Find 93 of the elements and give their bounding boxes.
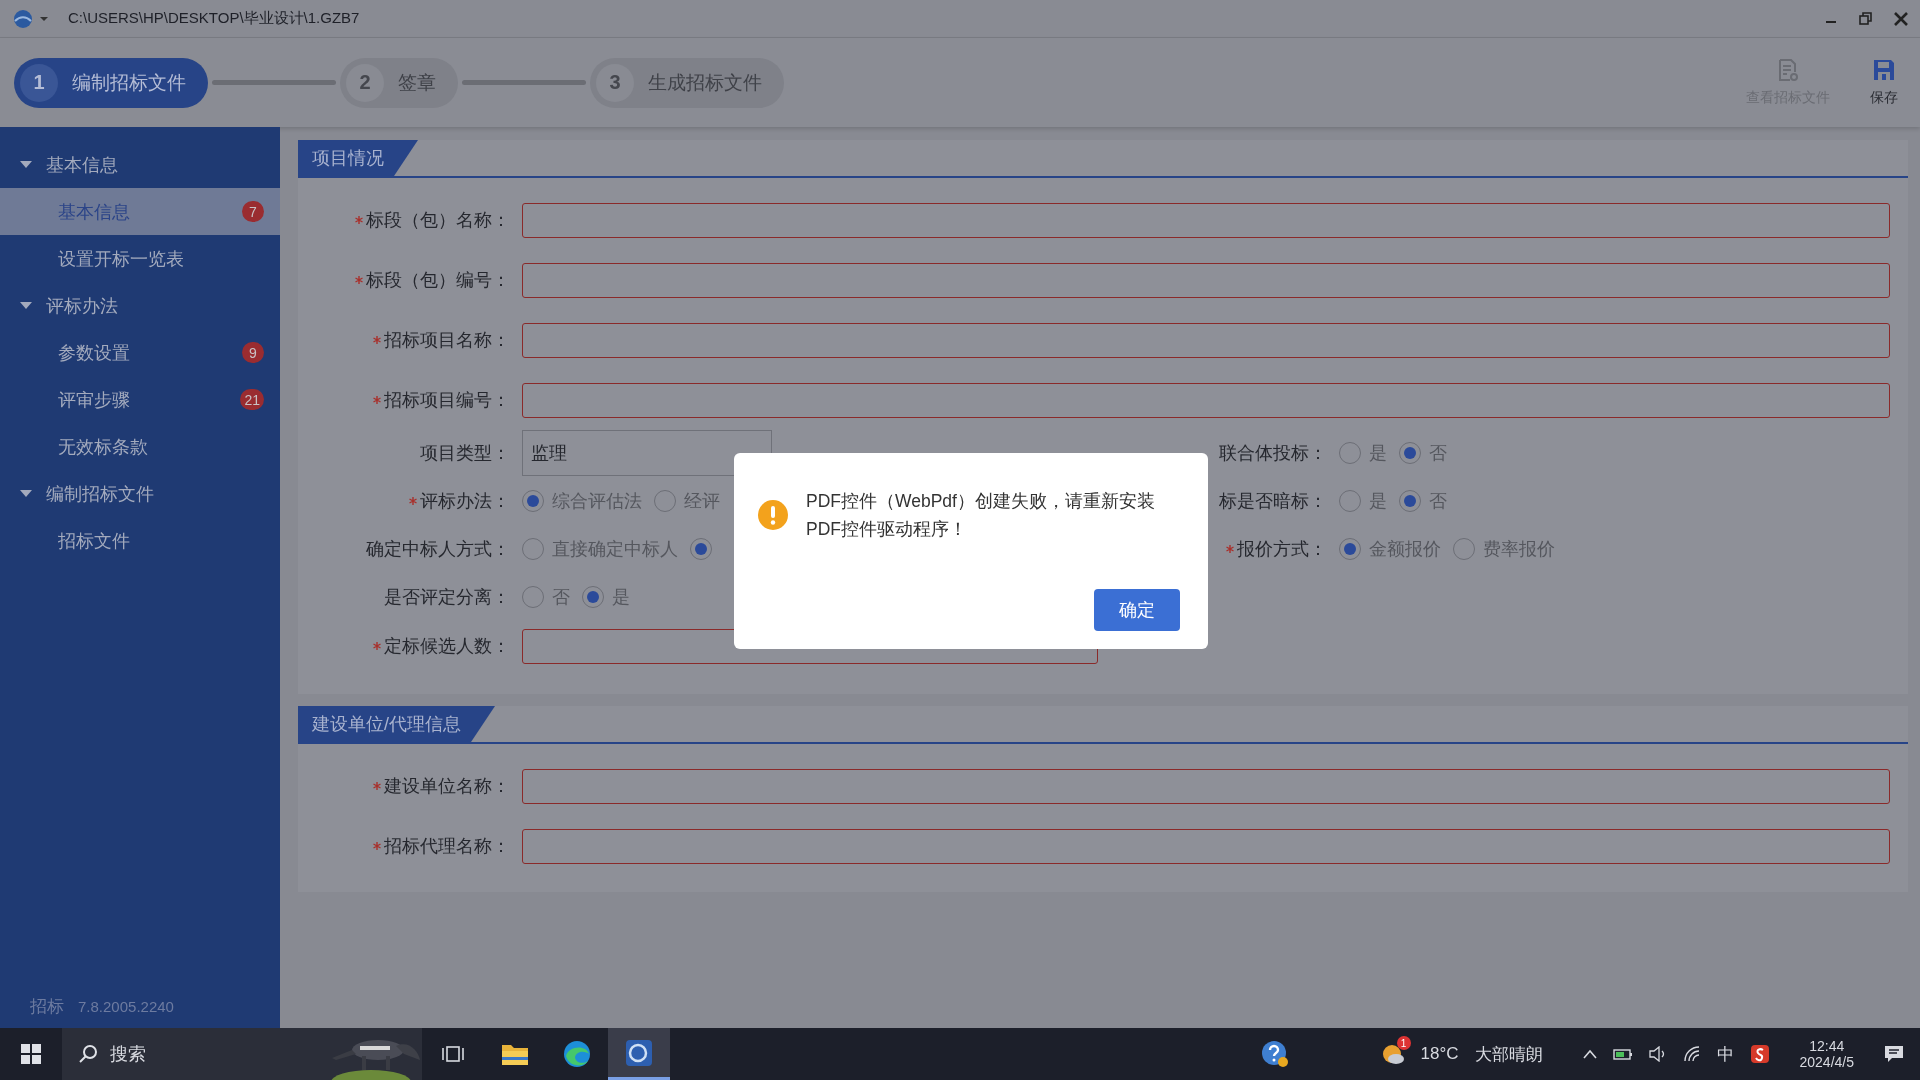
- toolbar-button[interactable]: 保存: [1870, 58, 1898, 107]
- field-label: 确定中标人方式：: [366, 538, 510, 561]
- notification-badge: 1: [1396, 1036, 1411, 1050]
- item-label: 无效标条款: [58, 435, 149, 459]
- clock-time[interactable]: 12:44: [1809, 1038, 1845, 1054]
- restore-icon[interactable]: [1859, 12, 1872, 25]
- option-label: 是: [612, 586, 630, 609]
- search-field[interactable]: 搜索: [62, 1028, 422, 1080]
- option-label: 是: [1369, 490, 1387, 513]
- field-label: 招标项目名称：: [384, 329, 510, 352]
- input-field[interactable]: [522, 768, 1890, 804]
- caret-icon: [20, 489, 32, 498]
- close-icon[interactable]: [1894, 11, 1908, 26]
- count-badge: 21: [240, 389, 264, 410]
- step-tab[interactable]: 3 生成招标文件: [590, 57, 784, 108]
- option-label: 否: [1429, 490, 1447, 513]
- option-label: 经评: [684, 490, 720, 513]
- clock-date[interactable]: 2024/4/5: [1799, 1054, 1854, 1070]
- field-label: 标段（包）名称：: [366, 209, 510, 232]
- option-label: 否: [1429, 442, 1447, 465]
- app-icon[interactable]: [625, 1038, 653, 1067]
- app-logo-icon[interactable]: [12, 8, 50, 29]
- field-label: 招标项目编号：: [384, 389, 510, 412]
- option-label: 是: [1369, 442, 1387, 465]
- input-field[interactable]: [522, 828, 1890, 864]
- product-name: 招标: [30, 996, 64, 1018]
- item-label: 招标文件: [58, 529, 131, 553]
- battery-icon[interactable]: [1612, 1047, 1633, 1061]
- field-label: 标是否暗标：: [1219, 490, 1327, 513]
- help-icon[interactable]: [1260, 1040, 1289, 1068]
- document-icon: [1777, 58, 1799, 81]
- item-label: 设置开标一览表: [58, 247, 185, 271]
- count-badge: 9: [242, 342, 264, 363]
- sidebar-item[interactable]: 设置开标一览表: [0, 235, 280, 282]
- weather-text: 大部晴朗: [1474, 1043, 1543, 1066]
- section-title: 建设单位/代理信息: [298, 706, 495, 742]
- dialog-message: PDF控件（WebPdf）创建失败，请重新安装 PDF控件驱动程序！: [806, 490, 1155, 541]
- sidebar-item[interactable]: 无效标条款: [0, 423, 280, 470]
- group-label: 基本信息: [46, 153, 118, 177]
- field-label: 项目类型：: [420, 442, 510, 465]
- task-view-icon[interactable]: [442, 1044, 464, 1064]
- field-label: 建设单位名称：: [384, 775, 510, 798]
- input-field[interactable]: [522, 202, 1890, 238]
- item-label: 参数设置: [58, 341, 131, 365]
- field-label: 联合体投标：: [1219, 442, 1327, 465]
- select-field[interactable]: 监理: [522, 430, 772, 476]
- field-label: 标段（包）编号：: [366, 269, 510, 292]
- chevron-up-icon[interactable]: [1582, 1049, 1597, 1059]
- save-icon: [1873, 58, 1895, 81]
- warning-icon: [758, 500, 788, 530]
- browser-icon[interactable]: [563, 1040, 591, 1068]
- weather-temperature: 18°C: [1420, 1044, 1459, 1064]
- confirm-button[interactable]: 确定: [1094, 589, 1180, 631]
- sidebar-group[interactable]: 评标办法: [0, 282, 280, 329]
- option-label: 否: [552, 586, 570, 609]
- input-method-icon[interactable]: [1749, 1044, 1770, 1064]
- input-field[interactable]: [522, 382, 1890, 418]
- caret-icon: [20, 301, 32, 310]
- notifications-icon[interactable]: [1884, 1044, 1904, 1064]
- search-icon: [78, 1044, 98, 1064]
- sidebar-group[interactable]: 基本信息: [0, 141, 280, 188]
- option-label: 费率报价: [1483, 538, 1555, 561]
- volume-icon[interactable]: [1648, 1046, 1667, 1062]
- field-label: 招标代理名称：: [384, 835, 510, 858]
- sidebar-item[interactable]: 参数设置 9: [0, 329, 280, 376]
- sidebar-item[interactable]: 招标文件: [0, 517, 280, 564]
- version-text: 7.8.2005.2240: [78, 998, 174, 1015]
- option-label: 金额报价: [1369, 538, 1441, 561]
- option-label: 直接确定中标人: [552, 538, 678, 561]
- option-label: 综合评估法: [552, 490, 642, 513]
- item-label: 评审步骤: [58, 388, 131, 412]
- caret-icon: [20, 160, 32, 169]
- folder-icon[interactable]: [501, 1042, 529, 1066]
- sidebar-item[interactable]: 评审步骤 21: [0, 376, 280, 423]
- input-field[interactable]: [522, 322, 1890, 358]
- field-label: 报价方式：: [1237, 538, 1327, 561]
- windows-icon[interactable]: [21, 1044, 41, 1064]
- field-label: 定标候选人数：: [384, 635, 510, 658]
- window-title: C:\USERS\HP\DESKTOP\毕业设计\1.GZB7: [68, 9, 360, 28]
- input-method-indicator[interactable]: 中: [1716, 1042, 1734, 1066]
- field-label: 评标办法：: [420, 490, 510, 513]
- count-badge: 7: [242, 201, 264, 222]
- item-label: 基本信息: [58, 200, 131, 224]
- input-field[interactable]: [522, 262, 1890, 298]
- field-label: 是否评定分离：: [384, 586, 510, 609]
- wifi-icon[interactable]: [1682, 1046, 1701, 1062]
- sidebar-group[interactable]: 编制招标文件: [0, 470, 280, 517]
- group-label: 编制招标文件: [46, 482, 154, 506]
- group-label: 评标办法: [46, 294, 118, 318]
- section-title: 项目情况: [298, 140, 418, 176]
- step-tab[interactable]: 2 签章: [340, 57, 458, 108]
- step-tab[interactable]: 1 编制招标文件: [14, 57, 208, 108]
- sidebar-item[interactable]: 基本信息 7: [0, 188, 280, 235]
